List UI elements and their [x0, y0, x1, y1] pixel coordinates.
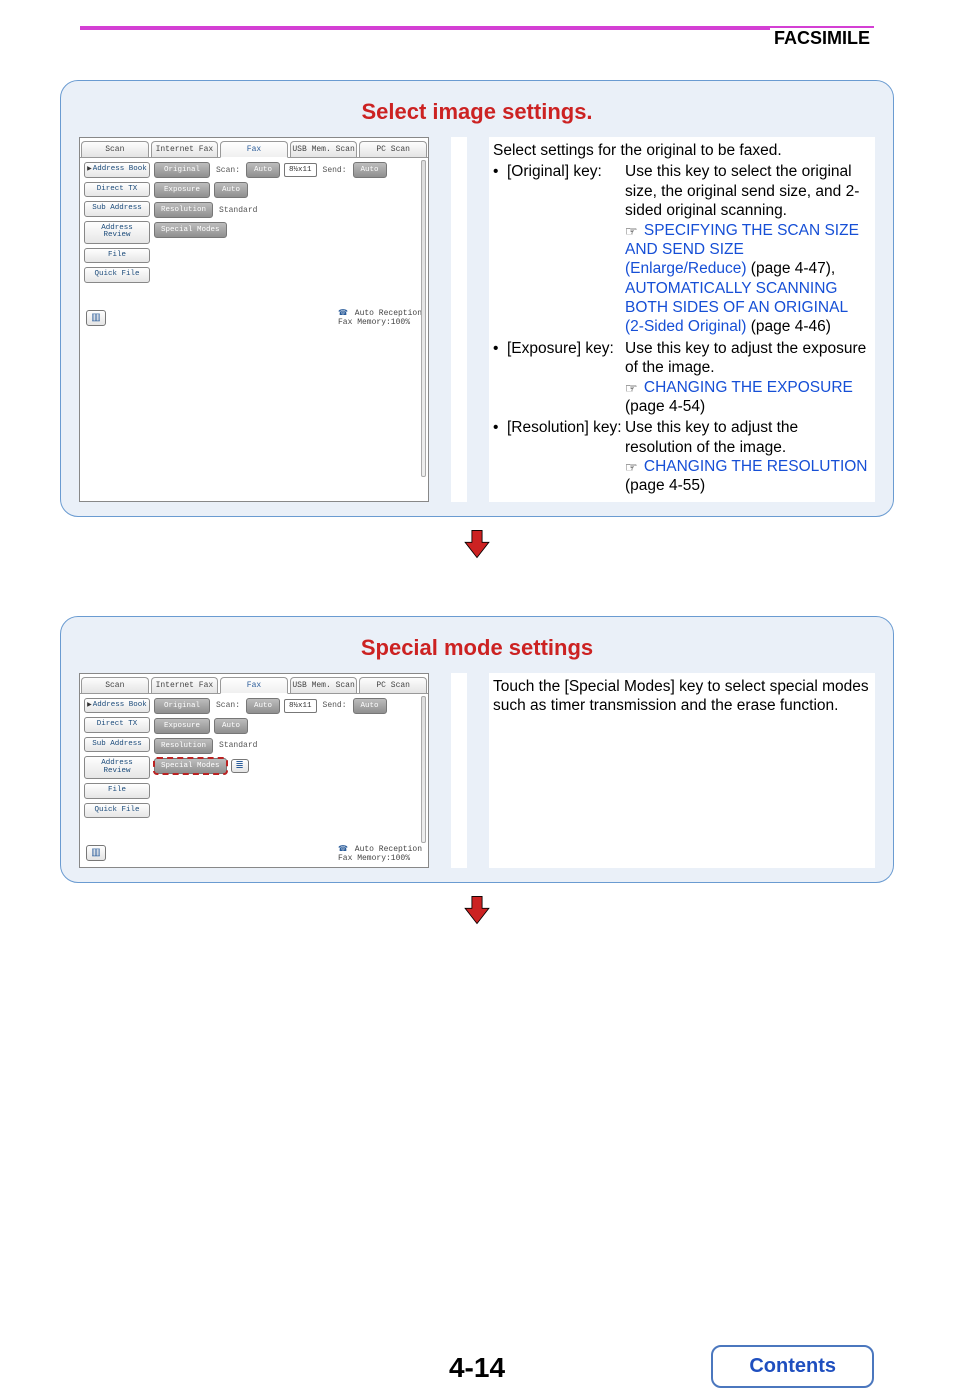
- btn-direct-tx[interactable]: Direct TX: [84, 717, 150, 733]
- btn-address-review[interactable]: Address Review: [84, 221, 150, 244]
- card-title: Select image settings.: [79, 99, 875, 125]
- scrollbar[interactable]: [421, 696, 426, 843]
- tab-scan[interactable]: Scan: [81, 677, 149, 693]
- pointer-icon: ☞: [625, 223, 638, 241]
- original-key-label: [Original] key:: [507, 162, 625, 336]
- link-exposure[interactable]: CHANGING THE EXPOSURE: [644, 379, 853, 396]
- val-resolution: Standard: [217, 206, 259, 215]
- tab-fax[interactable]: Fax: [220, 141, 288, 158]
- description-1: Select settings for the original to be f…: [489, 137, 875, 502]
- intro-text: Select settings for the original to be f…: [493, 141, 869, 160]
- val-paper: 8½x11: [284, 699, 317, 713]
- contents-button[interactable]: Contents: [711, 1345, 874, 1388]
- btn-address-book[interactable]: Address Book: [84, 698, 150, 714]
- touchpanel-screenshot-1: Scan Internet Fax Fax USB Mem. Scan PC S…: [79, 137, 429, 502]
- link-resolution[interactable]: CHANGING THE RESOLUTION: [644, 458, 868, 475]
- status-fax-memory: Fax Memory:100%: [338, 318, 410, 327]
- val-resolution: Standard: [217, 741, 259, 750]
- scrollbar[interactable]: [421, 160, 426, 477]
- btn-exposure[interactable]: Exposure: [154, 718, 210, 734]
- preview-icon[interactable]: ▥: [86, 845, 106, 861]
- tab-pc-scan[interactable]: PC Scan: [359, 141, 427, 157]
- preview-icon[interactable]: ▥: [86, 310, 106, 326]
- val-scan-auto[interactable]: Auto: [246, 162, 280, 178]
- btn-original[interactable]: Original: [154, 162, 210, 178]
- tab-internet-fax[interactable]: Internet Fax: [151, 141, 219, 157]
- btn-address-review[interactable]: Address Review: [84, 756, 150, 779]
- btn-resolution[interactable]: Resolution: [154, 202, 213, 218]
- phone-icon: [338, 309, 350, 318]
- btn-special-modes-highlighted[interactable]: Special Modes: [154, 758, 227, 774]
- tab-pc-scan[interactable]: PC Scan: [359, 677, 427, 693]
- status-auto-reception: Auto Reception: [355, 309, 422, 318]
- phone-icon: [338, 845, 350, 854]
- lbl-scan: Scan:: [214, 166, 242, 175]
- btn-file[interactable]: File: [84, 783, 150, 799]
- touchpanel-screenshot-2: Scan Internet Fax Fax USB Mem. Scan PC S…: [79, 673, 429, 868]
- tab-scan[interactable]: Scan: [81, 141, 149, 157]
- card-special-modes: Special mode settings Scan Internet Fax …: [60, 616, 894, 883]
- down-arrow-1: [0, 527, 954, 566]
- resolution-key-body: Use this key to adjust the resolution of…: [625, 419, 798, 455]
- tail-1-0: (page 4-54): [625, 398, 705, 415]
- btn-direct-tx[interactable]: Direct TX: [84, 182, 150, 198]
- exposure-key-body: Use this key to adjust the exposure of t…: [625, 340, 866, 376]
- list-icon[interactable]: ≣: [231, 759, 249, 773]
- status-fax-memory: Fax Memory:100%: [338, 854, 410, 863]
- btn-exposure[interactable]: Exposure: [154, 182, 210, 198]
- val-send-auto[interactable]: Auto: [353, 162, 387, 178]
- pointer-icon: ☞: [625, 380, 638, 398]
- original-key-body: Use this key to select the original size…: [625, 163, 859, 219]
- val-send-auto[interactable]: Auto: [353, 698, 387, 714]
- special-modes-body: Touch the [Special Modes] key to select …: [493, 678, 869, 714]
- lbl-send: Send:: [321, 166, 349, 175]
- tab-fax[interactable]: Fax: [220, 677, 288, 694]
- btn-resolution[interactable]: Resolution: [154, 738, 213, 754]
- lbl-scan: Scan:: [214, 701, 242, 710]
- btn-quick-file[interactable]: Quick File: [84, 803, 150, 819]
- tab-usb-mem-scan[interactable]: USB Mem. Scan: [290, 141, 358, 157]
- header-rule: [80, 26, 874, 30]
- resolution-key-label: [Resolution] key:: [507, 418, 625, 496]
- val-paper: 8½x11: [284, 163, 317, 177]
- status-auto-reception: Auto Reception: [355, 845, 422, 854]
- tab-usb-mem-scan[interactable]: USB Mem. Scan: [290, 677, 358, 693]
- btn-sub-address[interactable]: Sub Address: [84, 737, 150, 753]
- tail-2-0: (page 4-55): [625, 477, 705, 494]
- exposure-key-label: [Exposure] key:: [507, 339, 625, 417]
- column-separator: [451, 137, 467, 502]
- val-exposure[interactable]: Auto: [214, 718, 248, 734]
- tail-0-0: (page 4-47),: [746, 260, 835, 277]
- btn-special-modes[interactable]: Special Modes: [154, 222, 227, 238]
- down-arrow-2: [0, 893, 954, 932]
- section-header: FACSIMILE: [770, 28, 874, 49]
- description-2: Touch the [Special Modes] key to select …: [489, 673, 875, 868]
- btn-quick-file[interactable]: Quick File: [84, 267, 150, 283]
- lbl-send: Send:: [321, 701, 349, 710]
- btn-file[interactable]: File: [84, 248, 150, 264]
- btn-sub-address[interactable]: Sub Address: [84, 201, 150, 217]
- val-scan-auto[interactable]: Auto: [246, 698, 280, 714]
- tail-0-1: (page 4-46): [746, 318, 830, 335]
- card-image-settings: Select image settings. Scan Internet Fax…: [60, 80, 894, 517]
- pointer-icon: ☞: [625, 459, 638, 477]
- column-separator: [451, 673, 467, 868]
- btn-address-book[interactable]: Address Book: [84, 162, 150, 178]
- val-exposure[interactable]: Auto: [214, 182, 248, 198]
- card-title-2: Special mode settings: [79, 635, 875, 661]
- btn-original[interactable]: Original: [154, 698, 210, 714]
- tab-internet-fax[interactable]: Internet Fax: [151, 677, 219, 693]
